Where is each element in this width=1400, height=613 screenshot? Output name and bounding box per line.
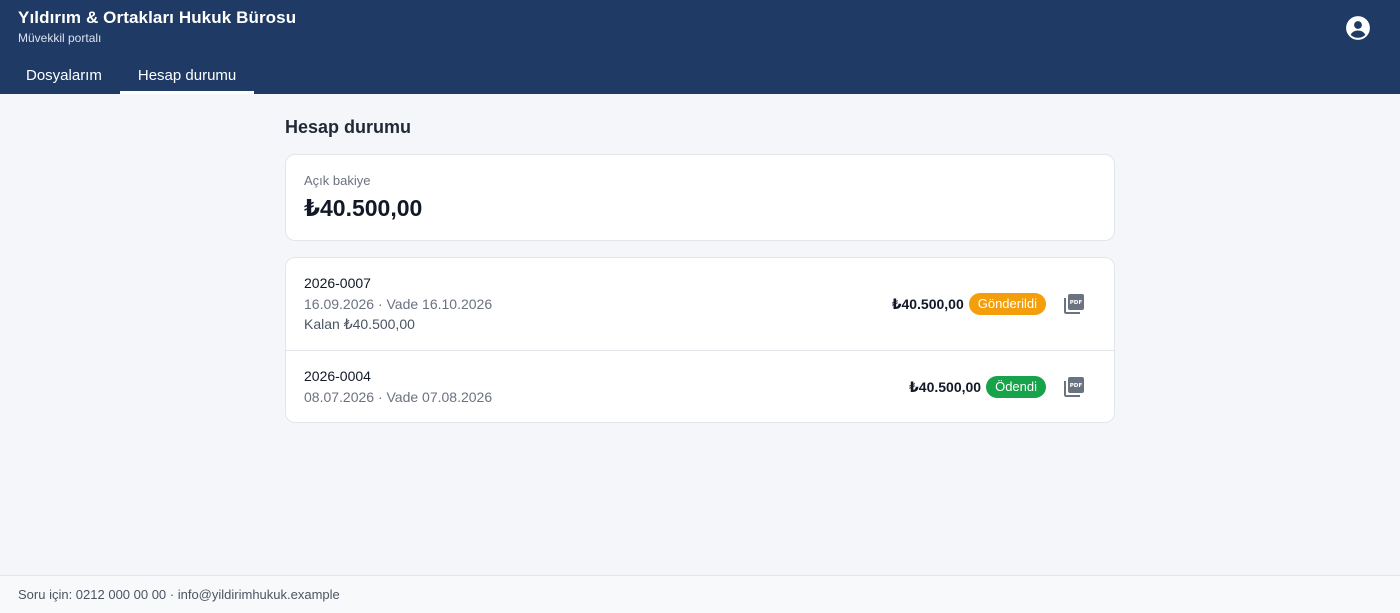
balance-value: ₺40.500,00	[304, 195, 423, 221]
invoice-list: 2026-0007 16.09.2026 · Vade 16.10.2026 K…	[285, 257, 1115, 423]
pdf-download-button[interactable]: PDF	[1062, 375, 1086, 399]
status-badge: Gönderildi	[968, 293, 1046, 315]
pdf-icon: PDF	[1064, 377, 1084, 397]
invoice-summary: ₺40.500,00 Gönderildi PDF	[892, 292, 1086, 316]
firm-name: Yıldırım & Ortakları Hukuk Bürosu	[18, 8, 297, 27]
invoice-amount: ₺40.500,00	[891, 295, 964, 312]
pdf-icon: PDF	[1064, 294, 1084, 314]
invoice-summary: ₺40.500,00 Ödendi PDF	[909, 375, 1086, 399]
invoice-dates: 08.07.2026 · Vade 07.08.2026	[304, 389, 493, 405]
balance-card: Açık bakiye ₺40.500,00	[285, 154, 1115, 241]
account-circle-icon	[1346, 16, 1370, 40]
footer-contact: Soru için: 0212 000 00 00 · info@yildiri…	[18, 587, 340, 602]
tab-dosyalarim[interactable]: Dosyalarım	[8, 56, 120, 94]
account-button[interactable]	[1345, 15, 1371, 41]
invoice-remaining: Kalan ₺40.500,00	[304, 316, 415, 332]
invoice-number: 2026-0004	[304, 368, 371, 384]
svg-text:PDF: PDF	[1070, 383, 1083, 389]
balance-label: Açık bakiye	[304, 173, 371, 188]
status-badge: Ödendi	[986, 376, 1046, 398]
invoice-dates: 16.09.2026 · Vade 16.10.2026	[304, 296, 493, 312]
invoice-amount: ₺40.500,00	[909, 378, 982, 395]
tab-bar: Dosyalarım Hesap durumu	[8, 56, 255, 94]
app-header: Yıldırım & Ortakları Hukuk Bürosu Müvekk…	[0, 0, 1400, 94]
tab-hesap-durumu[interactable]: Hesap durumu	[119, 56, 255, 94]
pdf-download-button[interactable]: PDF	[1062, 292, 1086, 316]
invoice-number: 2026-0007	[304, 275, 371, 291]
invoice-row[interactable]: 2026-0007 16.09.2026 · Vade 16.10.2026 K…	[286, 258, 1114, 351]
footer: Soru için: 0212 000 00 00 · info@yildiri…	[0, 575, 1400, 613]
invoice-row[interactable]: 2026-0004 08.07.2026 · Vade 07.08.2026 ₺…	[286, 351, 1114, 422]
portal-subtitle: Müvekkil portalı	[18, 31, 102, 45]
page-title: Hesap durumu	[285, 117, 412, 137]
svg-text:PDF: PDF	[1070, 300, 1083, 306]
